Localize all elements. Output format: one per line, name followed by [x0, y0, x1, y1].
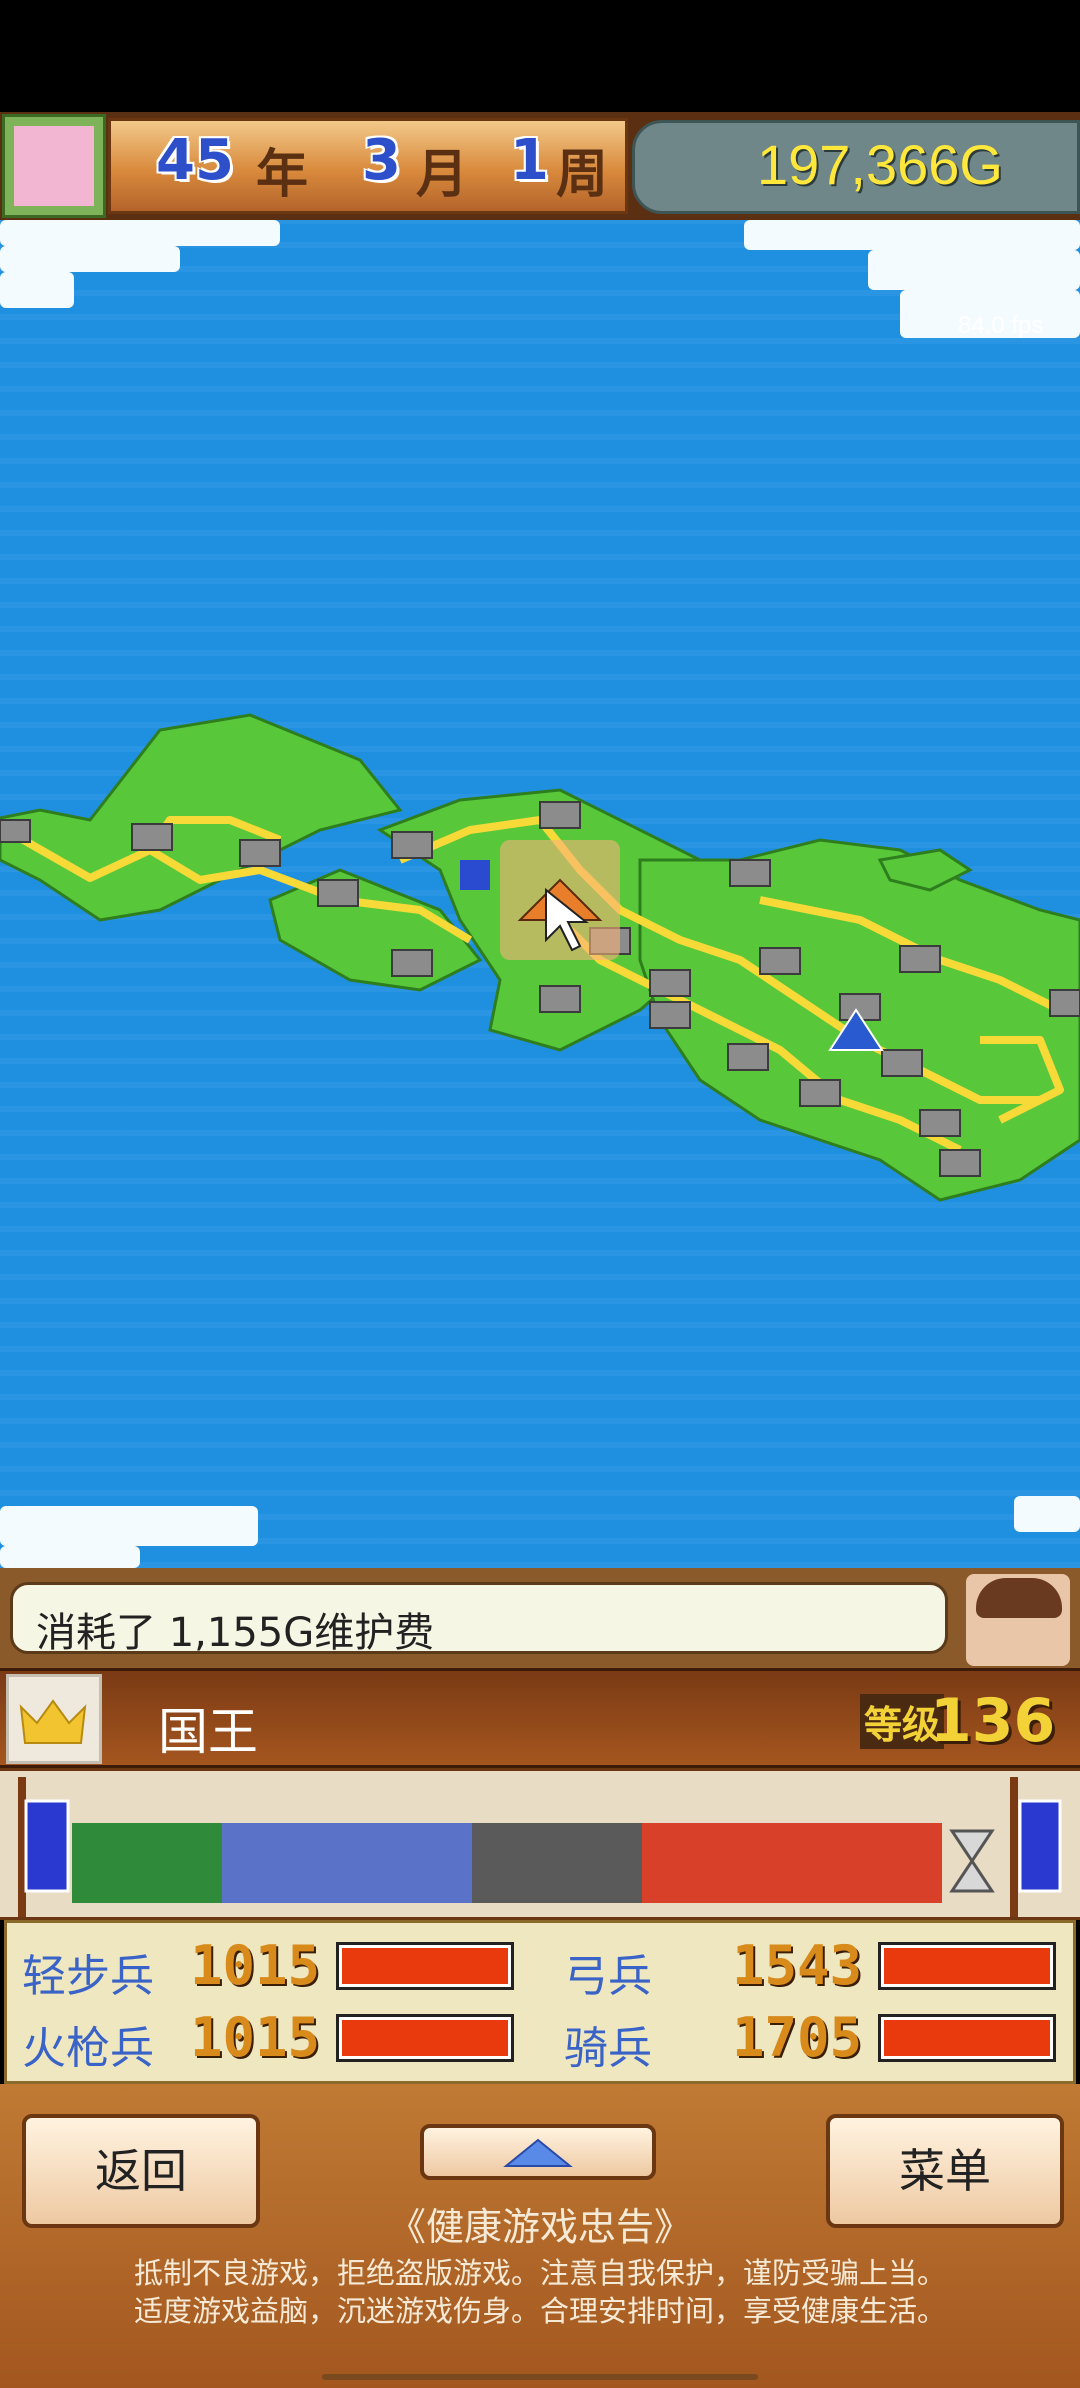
light-infantry-label: 轻步兵 — [22, 1951, 154, 2002]
light-infantry-bar — [336, 1942, 514, 1990]
archer-bar — [878, 1942, 1056, 1990]
archer-label: 弓兵 — [564, 1951, 652, 2002]
musketeer-label: 火枪兵 — [22, 2023, 154, 2074]
month-value: 3 — [362, 128, 401, 193]
health-notice-title: 《健康游戏忠告》 — [387, 2205, 692, 2249]
town — [539, 985, 581, 1013]
town — [919, 1109, 961, 1137]
light-infantry-group — [72, 1823, 222, 1903]
menu-button-label: 菜单 — [899, 2144, 991, 2198]
town — [881, 1049, 923, 1077]
level-value: 136 — [930, 1686, 1056, 1756]
week-unit: 周 — [556, 145, 609, 205]
hourglass-icon — [949, 1829, 995, 1893]
archer-value: 1543 — [732, 1934, 863, 1997]
light-infantry-value: 1015 — [190, 1934, 321, 1997]
musketeer-bar — [336, 2014, 514, 2062]
crown-frame — [6, 1674, 102, 1764]
cherry-blossom-icon — [14, 126, 94, 206]
blue-flag-icon — [460, 860, 490, 890]
month-unit: 月 — [416, 145, 469, 205]
town — [729, 859, 771, 887]
army-formation — [0, 1768, 1080, 1920]
week-value: 1 — [510, 128, 549, 193]
cavalry-label: 骑兵 — [564, 2023, 652, 2074]
cavalry-bar — [878, 2014, 1056, 2062]
town — [0, 819, 31, 843]
cavalry-value: 1705 — [732, 2006, 863, 2069]
advisor-hair — [976, 1578, 1062, 1618]
town — [1049, 989, 1080, 1017]
town — [759, 947, 801, 975]
musketeer-group — [472, 1823, 642, 1903]
expand-button[interactable] — [420, 2124, 656, 2180]
town — [649, 969, 691, 997]
up-arrow-icon — [503, 2138, 573, 2167]
town — [799, 1079, 841, 1107]
town — [649, 1001, 691, 1029]
health-notice-line-1: 抵制不良游戏，拒绝盗版游戏。注意自我保护，谨防受骗上当。 — [133, 2256, 946, 2290]
left-banner — [24, 1799, 70, 1893]
town — [391, 949, 433, 977]
ruler-title: 国王 — [158, 1703, 258, 1761]
year-value: 45 — [156, 128, 234, 193]
back-button-label: 返回 — [95, 2144, 187, 2198]
message-text: 消耗了 1,155G维护费 — [36, 1610, 435, 1656]
home-indicator[interactable] — [322, 2374, 758, 2380]
crown-icon — [19, 1699, 87, 1744]
island-chain[interactable] — [0, 220, 1080, 1568]
town — [317, 879, 359, 907]
world-map[interactable]: 84.0 fps — [0, 220, 1080, 1568]
town — [239, 839, 281, 867]
fps-counter: 84.0 fps — [958, 312, 1044, 339]
army-sprites — [18, 1777, 1062, 1917]
gold-amount: 197,366G — [757, 133, 1003, 196]
town — [131, 823, 173, 851]
archer-group — [222, 1823, 472, 1903]
town — [539, 801, 581, 829]
musketeer-value: 1015 — [190, 2006, 321, 2069]
year-unit: 年 — [256, 145, 309, 205]
health-notice-line-2: 适度游戏益脑，沉迷游戏伤身。合理安排时间，享受健康生活。 — [133, 2294, 946, 2328]
right-banner — [1018, 1799, 1062, 1893]
cavalry-group — [642, 1823, 942, 1903]
town — [391, 831, 433, 859]
town — [899, 945, 941, 973]
town — [939, 1149, 981, 1177]
town — [727, 1043, 769, 1071]
right-banner-pole — [1010, 1777, 1018, 1917]
